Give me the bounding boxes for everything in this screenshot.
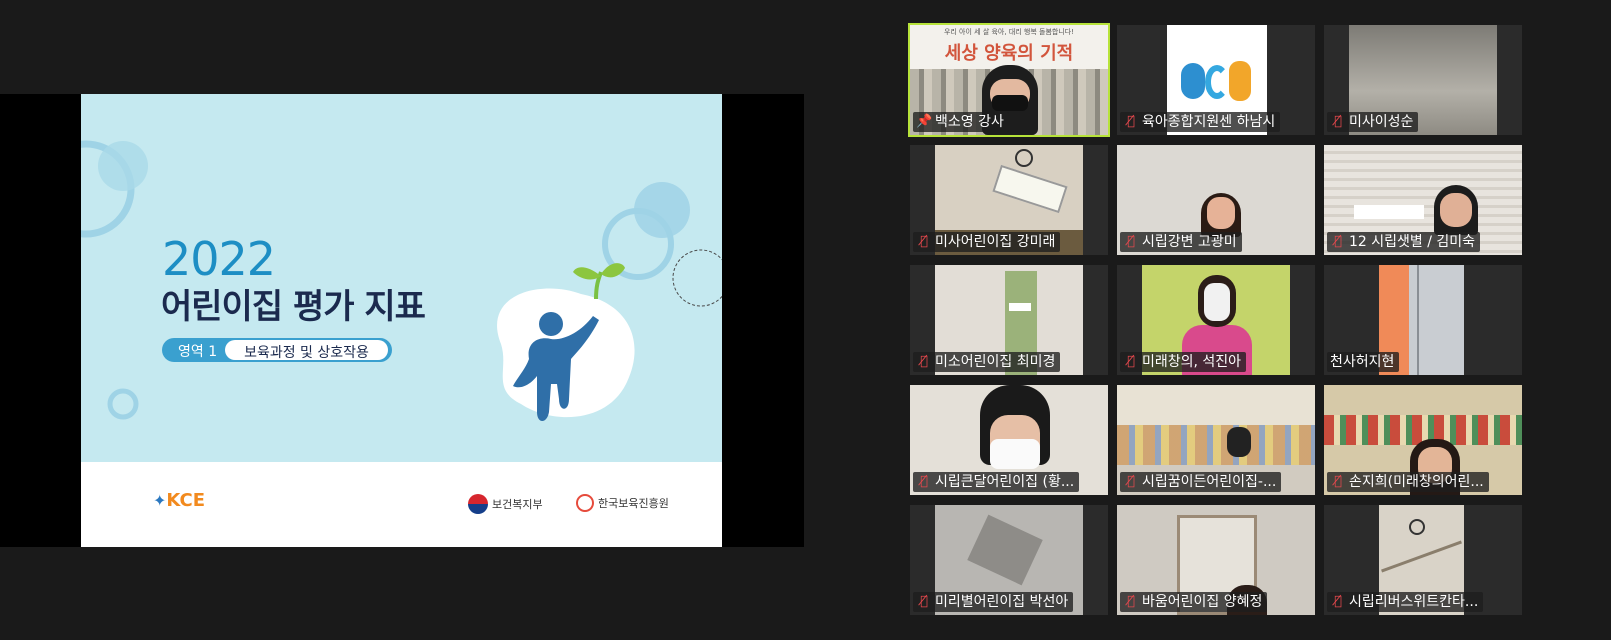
participant-tile[interactable]: 🎙̸ 미사이성순 — [1324, 25, 1522, 135]
participant-name-label: 🎙̸ 미사이성순 — [1327, 112, 1419, 132]
participant-tile[interactable]: 🎙̸ 육아종합지원센 하남시 — [1117, 25, 1315, 135]
participant-name-label: 🎙̸ 시립꿈이든어린이집-... — [1120, 472, 1282, 492]
participant-tile[interactable]: 🎙̸ 12 시립샛별 / 김미숙 — [1324, 145, 1522, 255]
participant-name-label: 🎙̸ 미사어린이집 강미래 — [913, 232, 1061, 252]
participant-name-label: 🎙̸ 미리별어린이집 박선아 — [913, 592, 1074, 612]
area-name: 보육과정 및 상호작용 — [244, 345, 369, 361]
participant-name-label: 천사허지현 — [1327, 352, 1400, 372]
participant-tile[interactable]: 우리 아이 세 살 육아, 대리 행복 돌봄합니다! 세상 양육의 기적 📌 백… — [908, 23, 1110, 137]
banner-top-text: 우리 아이 세 살 육아, 대리 행복 돌봄합니다! — [910, 25, 1108, 39]
presentation-slide: 2022 어린이집 평가 지표 영역 1 보육과정 및 상호작용 ✦KCE 보건… — [81, 94, 722, 547]
kcpi-logo: 한국보육진흥원 — [576, 494, 669, 512]
person-icon: ✦ — [153, 491, 167, 510]
mic-muted-icon: 🎙̸ — [1127, 474, 1135, 489]
participant-tile[interactable]: 🎙̸ 시립꿈이든어린이집-... — [1117, 385, 1315, 495]
mic-muted-icon: 🎙̸ — [1334, 594, 1342, 609]
pin-icon: 📌 — [916, 114, 933, 129]
participant-tile[interactable]: 천사허지현 — [1324, 265, 1522, 375]
participant-tile[interactable]: 🎙̸ 시립리버스위트칸타... — [1324, 505, 1522, 615]
mic-muted-icon: 🎙̸ — [1127, 114, 1135, 129]
participant-tile[interactable]: 🎙̸ 미소어린이집 최미경 — [910, 265, 1108, 375]
participant-name-label: 🎙̸ 미소어린이집 최미경 — [913, 352, 1061, 372]
participant-name-label: 🎙̸ 육아종합지원센 하남시 — [1120, 112, 1281, 132]
slide-year: 2022 — [162, 232, 276, 286]
slide-title: 어린이집 평가 지표 — [161, 287, 426, 327]
mohw-logo: 보건복지부 — [468, 494, 543, 514]
kce-logo: ✦KCE — [153, 490, 206, 511]
taegeuk-icon — [468, 494, 488, 514]
mic-muted-icon: 🎙̸ — [920, 234, 928, 249]
participant-tile[interactable]: 🎙̸ 미리별어린이집 박선아 — [910, 505, 1108, 615]
kcpi-mark-icon — [576, 494, 594, 512]
participant-tile[interactable]: 🎙̸ 바움어린이집 양혜정 — [1117, 505, 1315, 615]
mic-muted-icon: 🎙̸ — [1334, 114, 1342, 129]
mic-muted-icon: 🎙̸ — [1127, 354, 1135, 369]
mic-muted-icon: 🎙̸ — [1334, 474, 1342, 489]
participant-name-label: 📌 백소영 강사 — [913, 112, 1009, 132]
mic-muted-icon: 🎙̸ — [920, 594, 928, 609]
participant-tile[interactable]: 🎙̸ 손지희(미래창의어린... — [1324, 385, 1522, 495]
participant-name-label: 🎙̸ 12 시립샛별 / 김미숙 — [1327, 232, 1481, 252]
participant-tile[interactable]: 🎙̸ 시립강변 고광미 — [1117, 145, 1315, 255]
participant-tile[interactable]: 🎙̸ 미사어린이집 강미래 — [910, 145, 1108, 255]
participant-tile[interactable]: 🎙̸ 시립큰달어린이집 (황... — [910, 385, 1108, 495]
participant-name-label: 🎙̸ 시립큰달어린이집 (황... — [913, 472, 1080, 492]
participant-name-label: 🎙̸ 바움어린이집 양혜정 — [1120, 592, 1268, 612]
area-name-box: 보육과정 및 상호작용 — [225, 340, 388, 361]
mic-muted-icon: 🎙̸ — [1127, 594, 1135, 609]
mic-muted-icon: 🎙̸ — [920, 474, 928, 489]
participant-name-label: 🎙̸ 시립강변 고광미 — [1120, 232, 1242, 252]
participant-name-label: 🎙̸ 미래창의, 석진아 — [1120, 352, 1247, 372]
mic-muted-icon: 🎙̸ — [1127, 234, 1135, 249]
area-label: 영역 1 — [178, 344, 218, 360]
participant-name-label: 🎙̸ 손지희(미래창의어린... — [1327, 472, 1489, 492]
mic-muted-icon: 🎙̸ — [920, 354, 928, 369]
area-pill: 영역 1 보육과정 및 상호작용 — [162, 338, 392, 362]
mic-muted-icon: 🎙̸ — [1334, 234, 1342, 249]
participant-tile[interactable]: 🎙̸ 미래창의, 석진아 — [1117, 265, 1315, 375]
participant-name-label: 🎙̸ 시립리버스위트칸타... — [1327, 592, 1484, 612]
